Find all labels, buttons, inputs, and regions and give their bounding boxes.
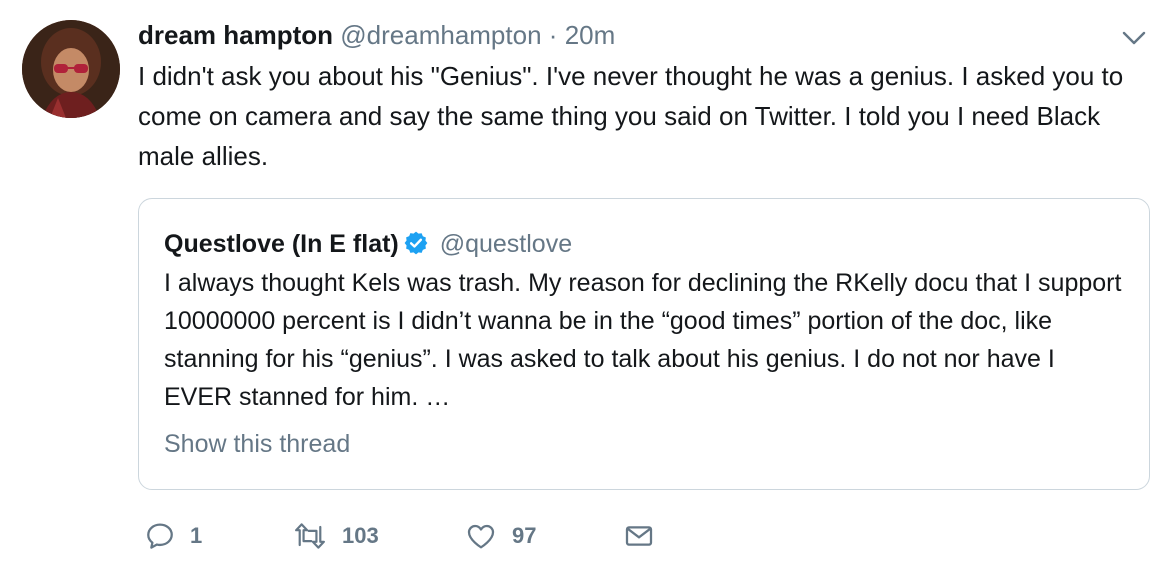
reply-icon [144, 520, 176, 552]
avatar-image [22, 20, 120, 118]
author-handle[interactable]: @dreamhampton [340, 20, 541, 50]
tweet-header: dream hampton @dreamhampton · 20m [138, 19, 615, 51]
timestamp[interactable]: 20m [565, 20, 616, 50]
retweet-icon [292, 520, 328, 552]
retweet-count: 103 [342, 523, 379, 548]
direct-message-button[interactable] [622, 516, 656, 556]
like-button[interactable]: 97 [464, 516, 536, 556]
like-count: 97 [512, 523, 537, 548]
chevron-down-icon[interactable] [1120, 28, 1148, 48]
envelope-icon [622, 520, 656, 552]
tweet-text: I didn't ask you about his "Genius". I'v… [138, 61, 1124, 171]
author-name[interactable]: dream hampton [138, 20, 333, 50]
quoted-author-handle[interactable]: @questlove [440, 230, 572, 258]
avatar[interactable] [22, 20, 120, 118]
quoted-tweet-header: Questlove (In E flat) @questlove [164, 228, 572, 260]
quoted-author-name[interactable]: Questlove (In E flat) [164, 230, 399, 258]
tweet[interactable]: dream hampton @dreamhampton · 20m I didn… [0, 0, 1174, 570]
show-thread-link[interactable]: Show this thread [164, 428, 350, 460]
separator: · [548, 20, 558, 50]
verified-badge-icon [403, 230, 429, 256]
heart-icon [464, 520, 498, 552]
reply-button[interactable]: 1 [144, 516, 202, 556]
quoted-tweet-text: I always thought Kels was trash. My reas… [164, 269, 1122, 411]
retweet-button[interactable]: 103 [292, 516, 379, 556]
reply-count: 1 [190, 523, 203, 548]
